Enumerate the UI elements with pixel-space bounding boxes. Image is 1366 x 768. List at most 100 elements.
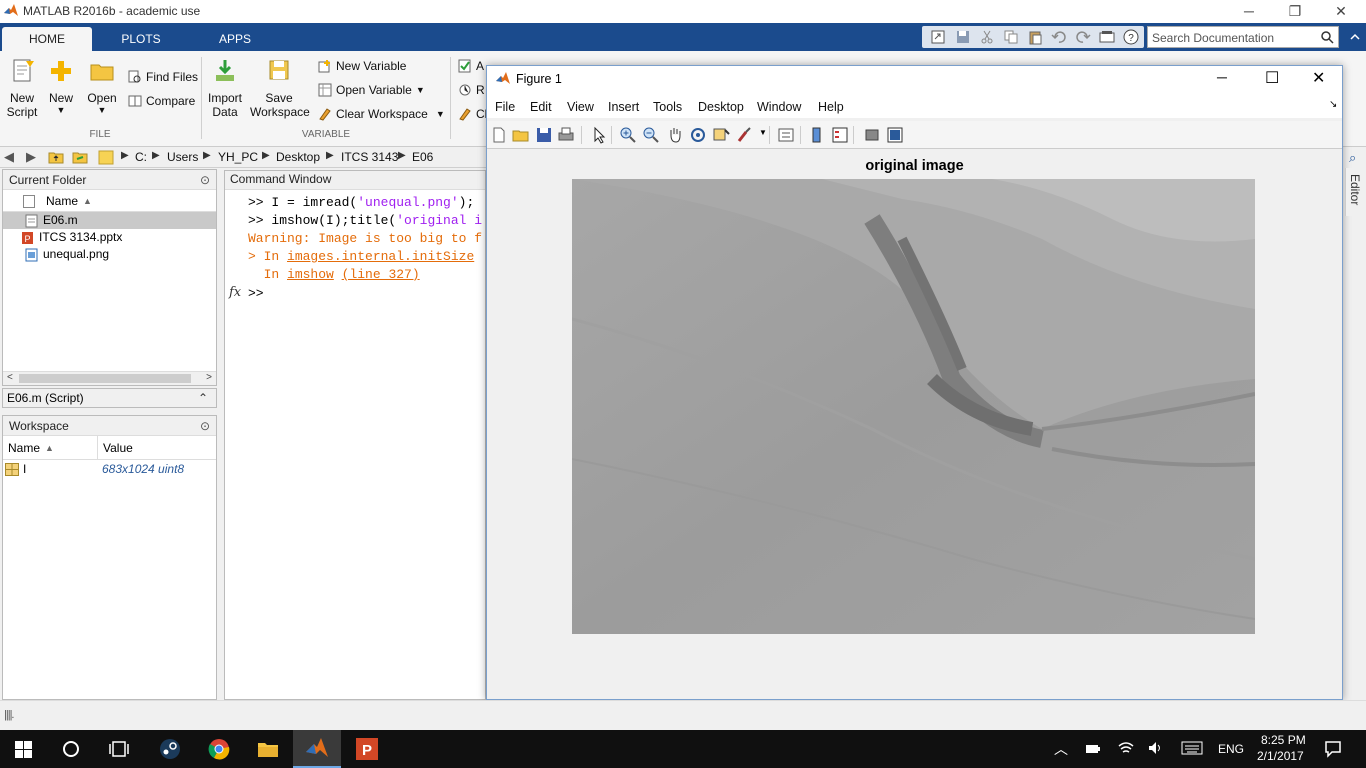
- search-icon[interactable]: [1320, 30, 1334, 44]
- show-hidden-icons-icon[interactable]: ︿: [1054, 739, 1068, 759]
- breadcrumb-item[interactable]: E06: [412, 150, 433, 164]
- menu-tools[interactable]: Tools: [653, 100, 682, 114]
- clear-workspace-dropdown-icon[interactable]: ▼: [436, 105, 445, 123]
- save-figure-icon[interactable]: [535, 126, 553, 144]
- line-number-link[interactable]: (line 327): [342, 267, 420, 282]
- undo-icon[interactable]: [1051, 29, 1067, 45]
- menu-view[interactable]: View: [567, 100, 594, 114]
- taskbar-steam-app[interactable]: [146, 730, 194, 768]
- zoom-out-icon[interactable]: [642, 126, 660, 144]
- sort-ascending-icon[interactable]: ▲: [45, 436, 54, 460]
- menu-help[interactable]: Help: [818, 100, 844, 114]
- breadcrumb-item[interactable]: ITCS 3143: [341, 150, 398, 164]
- file-row[interactable]: P ITCS 3134.pptx: [3, 229, 216, 246]
- clock-date[interactable]: 2/1/2017: [1257, 749, 1304, 763]
- brush-dropdown-icon[interactable]: ▼: [759, 128, 767, 137]
- taskbar-chrome-app[interactable]: [195, 730, 243, 768]
- task-view-icon[interactable]: [109, 740, 129, 758]
- new-figure-icon[interactable]: [490, 126, 508, 144]
- find-files-button[interactable]: Find Files: [128, 68, 198, 86]
- search-icon[interactable]: ⌕: [1349, 150, 1356, 166]
- paste-icon[interactable]: [1027, 29, 1043, 45]
- taskbar-powerpoint-app[interactable]: P: [342, 730, 390, 768]
- new-script-button[interactable]: New Script: [4, 58, 40, 119]
- new-button[interactable]: New ▼: [44, 58, 78, 115]
- editor-side-tab[interactable]: ⌕ Editor: [1345, 150, 1366, 216]
- menu-insert[interactable]: Insert: [608, 100, 639, 114]
- breadcrumb-item[interactable]: Desktop: [276, 150, 320, 164]
- brush-icon[interactable]: [736, 126, 754, 144]
- link-plot-icon[interactable]: [777, 126, 795, 144]
- clear-workspace-button[interactable]: Clear Workspace ▼: [318, 105, 445, 123]
- open-button[interactable]: Open ▼: [84, 58, 120, 115]
- tab-plots[interactable]: PLOTS: [96, 27, 186, 51]
- name-column-header[interactable]: Name: [8, 436, 40, 460]
- breadcrumb-item[interactable]: C:: [135, 150, 147, 164]
- data-cursor-icon[interactable]: [712, 126, 730, 144]
- scroll-left-icon[interactable]: <: [7, 372, 13, 383]
- tab-apps[interactable]: APPS: [190, 27, 280, 51]
- panel-actions-icon[interactable]: ⊙: [200, 416, 210, 436]
- scrollbar-thumb[interactable]: [19, 374, 191, 383]
- sort-ascending-icon[interactable]: ▲: [83, 190, 92, 212]
- switch-windows-icon[interactable]: [1099, 29, 1115, 45]
- minimize-button[interactable]: ─: [1226, 0, 1272, 23]
- file-row[interactable]: unequal.png: [3, 246, 216, 263]
- windows-start-icon[interactable]: [15, 741, 32, 758]
- figure-window[interactable]: Figure 1 ─ ☐ ✕ File Edit View Insert Too…: [486, 65, 1343, 700]
- analyze-code-button[interactable]: A: [458, 57, 484, 75]
- command-window[interactable]: Command Window >> I = imread('unequal.pn…: [224, 170, 486, 700]
- panel-actions-icon[interactable]: ⊙: [200, 170, 210, 190]
- dock-figure-icon[interactable]: ↘: [1329, 99, 1337, 110]
- run-and-time-button[interactable]: R: [458, 81, 485, 99]
- stack-link[interactable]: imshow: [287, 267, 334, 282]
- volume-icon[interactable]: [1147, 740, 1165, 756]
- action-center-icon[interactable]: [1324, 740, 1342, 758]
- hide-plot-tools-icon[interactable]: [863, 126, 881, 144]
- new-variable-button[interactable]: New Variable: [318, 57, 406, 75]
- horizontal-scrollbar[interactable]: < >: [3, 371, 216, 385]
- help-icon[interactable]: ?: [1123, 29, 1139, 45]
- file-row[interactable]: E06.m: [3, 212, 216, 229]
- import-data-button[interactable]: Import Data: [206, 58, 244, 119]
- value-column-header[interactable]: Value: [103, 436, 133, 460]
- print-icon[interactable]: [557, 126, 575, 144]
- taskbar-file-explorer-app[interactable]: [244, 730, 292, 768]
- table-row[interactable]: I 683x1024 uint8: [3, 460, 216, 479]
- breadcrumb-item[interactable]: Users: [167, 150, 198, 164]
- open-file-icon[interactable]: [512, 126, 530, 144]
- taskbar-matlab-app[interactable]: [293, 730, 341, 768]
- browse-folder-icon[interactable]: [72, 150, 88, 164]
- menu-window[interactable]: Window: [757, 100, 801, 114]
- menu-file[interactable]: File: [495, 100, 515, 114]
- compare-button[interactable]: Compare: [128, 92, 195, 110]
- input-language[interactable]: ENG: [1218, 742, 1244, 756]
- show-plot-tools-icon[interactable]: [886, 126, 904, 144]
- edit-plot-arrow-icon[interactable]: [590, 126, 608, 144]
- battery-icon[interactable]: [1085, 742, 1101, 756]
- touch-keyboard-icon[interactable]: [1181, 741, 1203, 755]
- save-icon[interactable]: [955, 29, 971, 45]
- expand-details-icon[interactable]: ⌃: [198, 389, 208, 407]
- insert-colorbar-icon[interactable]: [808, 126, 826, 144]
- pan-hand-icon[interactable]: [666, 126, 684, 144]
- cortana-search-icon[interactable]: [62, 740, 80, 758]
- restore-button[interactable]: ❐: [1272, 0, 1318, 23]
- grayscale-landscape-image[interactable]: [572, 179, 1255, 634]
- save-workspace-button[interactable]: Save Workspace: [250, 58, 310, 119]
- zoom-in-icon[interactable]: [619, 126, 637, 144]
- name-column-header[interactable]: Name: [46, 190, 78, 212]
- file-details-bar[interactable]: E06.m (Script) ⌃: [2, 388, 217, 408]
- search-documentation-input[interactable]: Search Documentation: [1147, 26, 1339, 48]
- collapse-ribbon-icon[interactable]: [1349, 31, 1361, 43]
- breadcrumb-item[interactable]: YH_PC: [218, 150, 258, 164]
- menu-edit[interactable]: Edit: [530, 100, 552, 114]
- open-variable-button[interactable]: Open Variable ▼: [318, 81, 425, 99]
- shortcut-icon[interactable]: [930, 29, 946, 45]
- open-variable-dropdown-icon[interactable]: ▼: [416, 81, 425, 99]
- clock-time[interactable]: 8:25 PM: [1261, 733, 1306, 747]
- clear-commands-button[interactable]: Cl: [458, 105, 487, 123]
- tab-home[interactable]: HOME: [2, 27, 92, 51]
- copy-icon[interactable]: [1003, 29, 1019, 45]
- cut-icon[interactable]: [979, 29, 995, 45]
